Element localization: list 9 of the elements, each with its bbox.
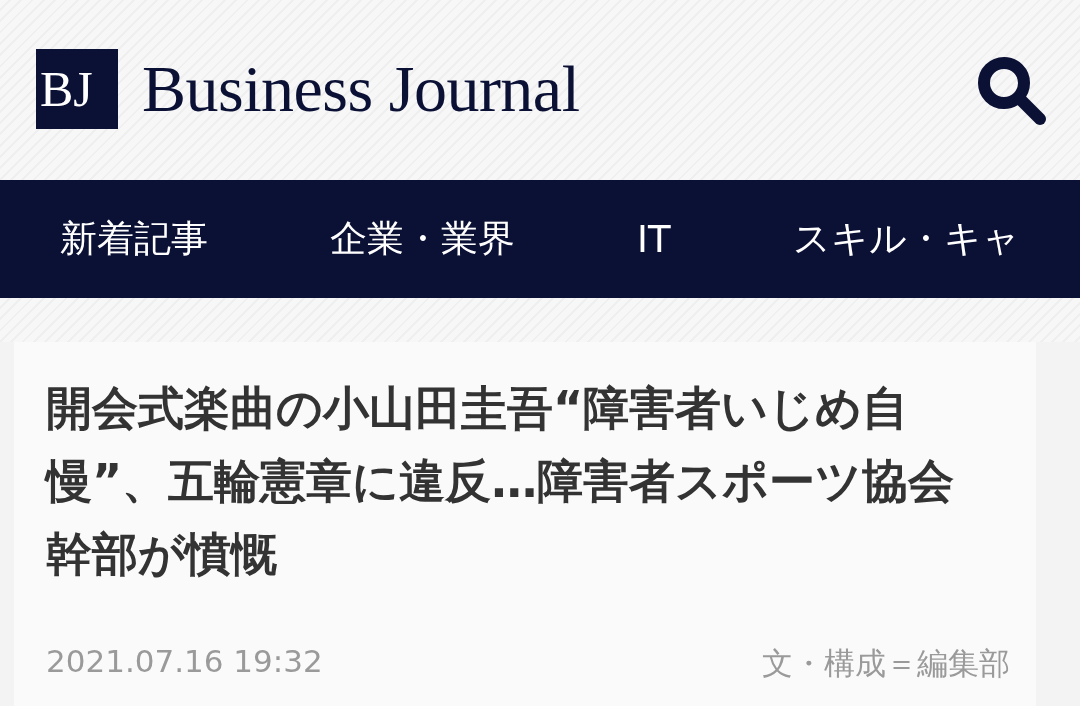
- article-byline: 文・構成＝編集部: [762, 644, 1010, 683]
- article-title: 開会式楽曲の小山田圭吾“障害者いじめ自慢”、五輪憲章に違反…障害者スポーツ協会幹部が憤慨: [46, 380, 956, 583]
- nav-link[interactable]: 企業・業界: [330, 214, 515, 264]
- article-date: 2021.07.16 19:32: [46, 643, 323, 681]
- logo-mark: BJ: [36, 49, 118, 129]
- nav-link[interactable]: 新着記事: [60, 214, 208, 264]
- nav-link[interactable]: スキル・キャ: [792, 214, 1020, 264]
- nav-link[interactable]: IT: [637, 217, 671, 261]
- logo-text: Business Journal: [142, 51, 580, 127]
